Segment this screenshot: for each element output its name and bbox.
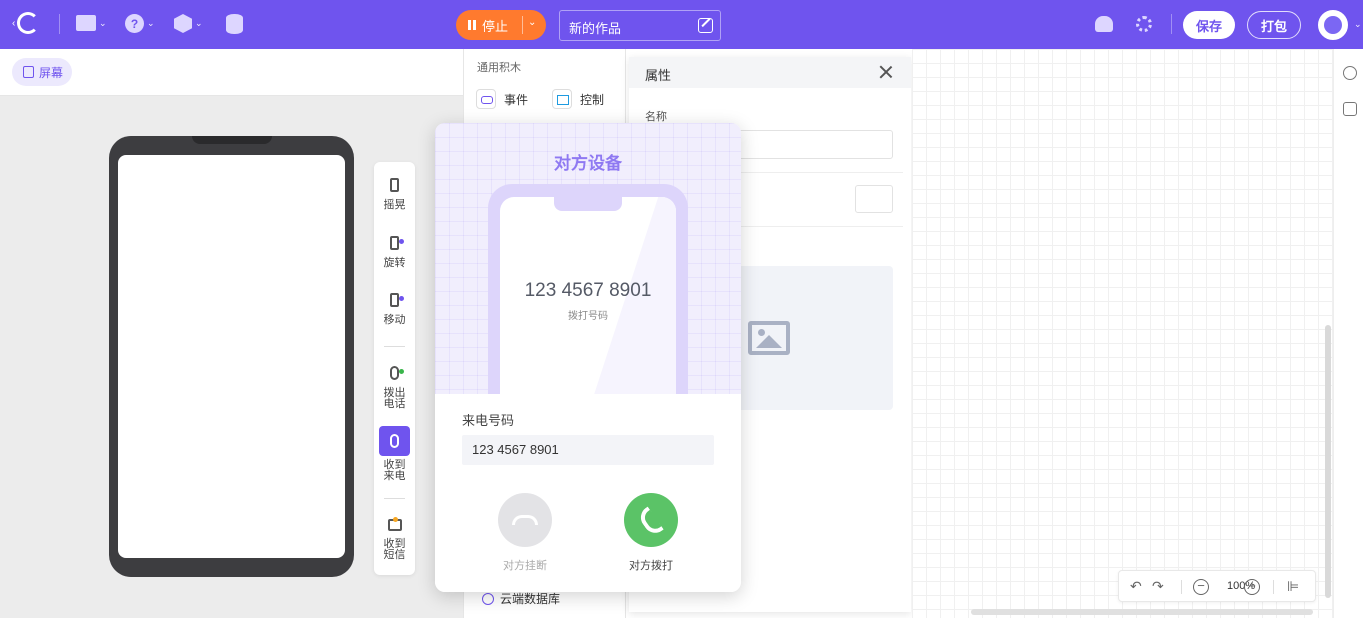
hangup-label: 对方挂断 — [503, 560, 547, 572]
sensor-incoming-call-label: 收到来电 — [383, 459, 406, 482]
avatar[interactable] — [1318, 10, 1348, 40]
sms-icon — [385, 515, 405, 535]
block-category-control[interactable]: 控制 — [552, 89, 604, 109]
dialog-title: 对方设备 — [554, 154, 622, 173]
event-icon — [476, 89, 496, 109]
zoom-toolbar: ↶ ↷ − 100% + ⊫ — [1118, 570, 1316, 602]
caller-section: 来电号码 123 4567 8901 对方挂断 对方拨打 — [435, 394, 741, 592]
chevron-down-icon[interactable]: ⌄ — [1354, 19, 1362, 30]
stop-button[interactable]: 停止 ⌄ — [456, 10, 546, 40]
block-category-control-label: 控制 — [580, 92, 605, 107]
incoming-call-dialog: 对方设备 123 4567 8901 拨打号码 来电号码 123 4567 89… — [435, 123, 741, 592]
device-number: 123 4567 8901 — [524, 280, 652, 301]
right-sidebar — [1333, 49, 1363, 618]
pause-icon — [468, 20, 476, 30]
vertical-scrollbar[interactable] — [1325, 325, 1331, 598]
sensor-sms[interactable]: 收到短信 — [374, 515, 415, 561]
color-picker[interactable] — [855, 185, 893, 213]
project-name-field[interactable]: 新的作品 — [559, 10, 721, 41]
dial-label: 对方拨打 — [629, 560, 673, 572]
sensor-sms-label: 收到短信 — [383, 538, 406, 561]
properties-title: 属性 — [645, 68, 672, 83]
image-icon — [748, 321, 790, 355]
database-icon[interactable] — [226, 14, 243, 34]
close-icon[interactable] — [879, 65, 893, 79]
folder-icon[interactable]: ⌄ — [76, 15, 107, 31]
phone-in-icon — [379, 426, 410, 456]
align-icon[interactable]: ⊫ — [1287, 578, 1299, 595]
pack-button[interactable]: 打包 — [1247, 11, 1301, 39]
sensor-move[interactable]: 移动 — [374, 291, 415, 326]
sensor-rotate-label: 旋转 — [383, 257, 406, 269]
share-icon[interactable] — [1136, 16, 1152, 32]
blocks-title: 通用积木 — [477, 62, 521, 74]
users-icon[interactable] — [1095, 16, 1113, 32]
zoom-in-icon[interactable]: + — [1244, 579, 1260, 595]
block-category-cloud-db[interactable]: 云端数据库 — [482, 590, 560, 607]
block-category-event-label: 事件 — [504, 92, 529, 107]
logo-icon[interactable]: ‹ — [12, 12, 40, 34]
dial-button[interactable] — [624, 493, 678, 547]
name-label: 名称 — [645, 111, 667, 123]
stage-header: 屏幕 — [0, 49, 463, 96]
block-category-cloud-db-label: 云端数据库 — [500, 592, 561, 606]
project-name: 新的作品 — [569, 21, 622, 36]
sensor-incoming-call[interactable]: 收到来电 — [374, 426, 415, 482]
sensor-call-out[interactable]: 拨出电话 — [374, 364, 415, 410]
zoom-out-icon[interactable]: − — [1193, 579, 1209, 595]
hangup-button[interactable] — [498, 493, 552, 547]
phone-icon — [641, 508, 661, 532]
phone-notch — [192, 136, 272, 144]
caller-number-label: 来电号码 — [462, 413, 515, 428]
sensor-rotate[interactable]: 旋转 — [374, 234, 415, 269]
caller-number-input[interactable]: 123 4567 8901 — [462, 435, 714, 465]
debug-icon[interactable] — [1343, 66, 1357, 80]
phone-screen[interactable] — [118, 155, 345, 558]
screen-tab[interactable]: 屏幕 — [12, 58, 72, 86]
screen-icon — [23, 66, 34, 78]
move-icon — [385, 291, 405, 311]
redo-icon[interactable]: ↷ — [1152, 578, 1164, 595]
phone-preview — [109, 136, 354, 577]
sensor-call-out-label: 拨出电话 — [383, 387, 406, 410]
sensor-shake[interactable]: 摇晃 — [374, 176, 415, 211]
shake-icon — [385, 176, 405, 196]
phone-out-icon — [385, 364, 405, 384]
cloud-db-icon — [482, 592, 494, 605]
help-icon[interactable]: ? ⌄ — [125, 14, 155, 33]
edit-icon[interactable] — [698, 18, 713, 33]
chevron-down-icon[interactable]: ⌄ — [528, 17, 536, 28]
device-preview: 对方设备 123 4567 8901 拨打号码 — [435, 123, 741, 437]
screen-tab-label: 屏幕 — [39, 65, 64, 80]
code-canvas[interactable] — [912, 49, 1333, 618]
control-icon — [552, 89, 572, 109]
rotate-icon — [385, 234, 405, 254]
save-button[interactable]: 保存 — [1183, 11, 1235, 39]
block-category-event[interactable]: 事件 — [476, 89, 528, 109]
undo-icon[interactable]: ↶ — [1130, 578, 1142, 595]
device-number-caption: 拨打号码 — [568, 311, 608, 322]
hangup-icon — [512, 515, 538, 525]
device-phone-illustration — [488, 184, 688, 437]
top-toolbar: ‹ ⌄ ? ⌄ ⌄ 停止 ⌄ 新的作品 保存 打包 ⌄ — [0, 0, 1363, 49]
horizontal-scrollbar[interactable] — [971, 609, 1313, 615]
sensor-shake-label: 摇晃 — [383, 199, 406, 211]
box-icon[interactable] — [1343, 102, 1357, 116]
stop-label: 停止 — [482, 18, 509, 34]
properties-header: 属性 — [629, 57, 911, 88]
extension-icon[interactable]: ⌄ — [174, 14, 203, 33]
sensor-toolbar: 摇晃 旋转 移动 拨出电话 收到来电 收到短信 — [374, 162, 415, 575]
sensor-move-label: 移动 — [383, 314, 406, 326]
